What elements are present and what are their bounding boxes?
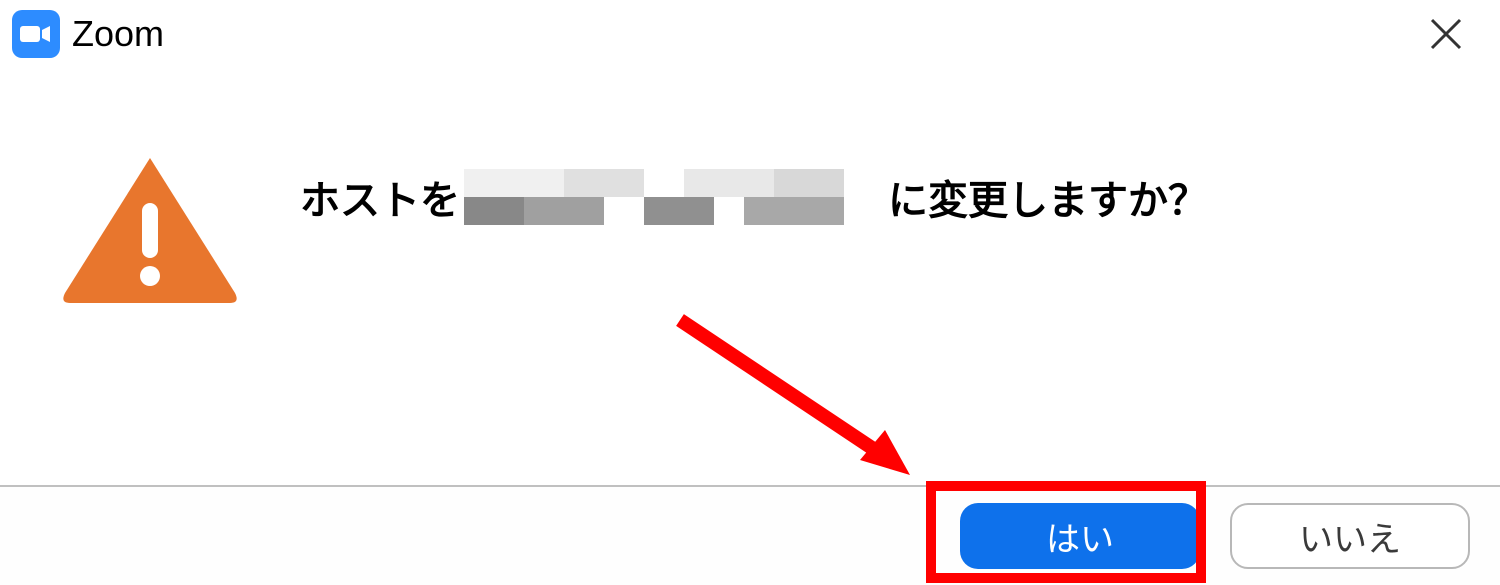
zoom-logo-icon [12, 10, 60, 58]
no-button[interactable]: いいえ [1230, 503, 1470, 569]
message-suffix: に変更しますか？ [888, 168, 1208, 226]
close-icon [1428, 16, 1464, 52]
close-button[interactable] [1422, 10, 1470, 58]
message-prefix: ホストを [300, 168, 460, 226]
redacted-username [464, 169, 884, 225]
dialog-content: ホストを に変更しますか？ [0, 68, 1500, 353]
app-title: Zoom [72, 13, 164, 55]
dialog-message: ホストを に変更しますか？ [300, 148, 1208, 226]
button-bar: はい いいえ [0, 485, 1500, 585]
yes-button[interactable]: はい [960, 503, 1200, 569]
title-bar: Zoom [0, 0, 1500, 68]
warning-icon [60, 148, 240, 313]
